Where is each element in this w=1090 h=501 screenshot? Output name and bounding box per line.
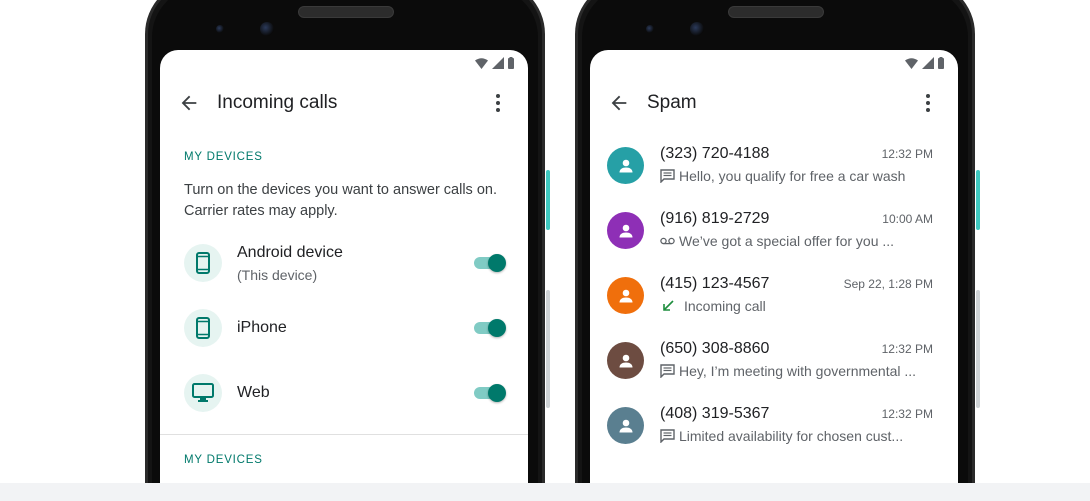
incoming-call-icon <box>660 299 680 313</box>
status-bar <box>475 57 514 69</box>
incoming-calls-screen: Incoming calls MY DEVICES Turn on the de… <box>160 50 528 483</box>
voicemail-icon <box>660 236 675 246</box>
phone-android-icon <box>184 244 222 282</box>
section-header-my-devices-2: MY DEVICES <box>184 454 263 466</box>
call-list-item[interactable]: (415) 123-4567 Sep 22, 1:28 PM Incoming ca… <box>590 275 958 335</box>
call-snippet: Hey, I’m meeting with governmental ... <box>660 363 932 379</box>
device-name: iPhone <box>237 319 287 336</box>
device-subtitle: (This device) <box>237 267 318 283</box>
more-options-icon[interactable] <box>918 92 938 114</box>
wifi-icon <box>475 57 488 69</box>
battery-icon <box>938 57 944 69</box>
cell-signal-icon <box>492 57 504 69</box>
caller-number: (323) 720-4188 <box>660 145 770 162</box>
snippet-text: Incoming call <box>684 298 766 314</box>
call-time: 12:32 PM <box>881 147 933 161</box>
desktop-icon <box>184 374 222 412</box>
wifi-icon <box>905 57 918 69</box>
status-bar <box>905 57 944 69</box>
avatar-icon <box>607 342 644 379</box>
battery-icon <box>508 57 514 69</box>
page-title: Incoming calls <box>217 92 338 113</box>
message-icon <box>660 429 675 443</box>
call-list-item[interactable]: (323) 720-4188 12:32 PM Hello, you qualify… <box>590 145 958 205</box>
speaker-grille <box>728 6 824 18</box>
call-time: 12:32 PM <box>881 342 933 356</box>
phone-iphone-icon <box>184 309 222 347</box>
call-snippet: Incoming call <box>660 298 932 314</box>
message-icon <box>660 364 675 378</box>
device-row-iphone[interactable]: iPhone <box>160 309 528 359</box>
cell-signal-icon <box>922 57 934 69</box>
call-time: 12:32 PM <box>881 407 933 421</box>
spam-screen: Spam (323) 720-4188 12:32 PM Hello, you qu… <box>590 50 958 483</box>
caller-number: (916) 819-2729 <box>660 210 770 227</box>
device-toggle-iphone[interactable] <box>474 319 506 337</box>
call-snippet: Hello, you qualify for free a car wash <box>660 168 932 184</box>
power-button <box>976 170 980 230</box>
front-camera-icon <box>690 22 704 36</box>
caller-number: (408) 319-5367 <box>660 405 770 422</box>
page-title: Spam <box>647 92 697 113</box>
device-row-web[interactable]: Web <box>160 374 528 424</box>
message-icon <box>660 169 675 183</box>
devices-description: Turn on the devices you want to answer c… <box>184 182 497 219</box>
volume-button <box>976 290 980 408</box>
caller-number: (415) 123-4567 <box>660 275 770 292</box>
avatar-icon <box>607 277 644 314</box>
front-camera-icon <box>260 22 274 36</box>
section-divider <box>160 434 528 435</box>
back-arrow-icon[interactable] <box>178 92 200 114</box>
avatar-icon <box>607 212 644 249</box>
snippet-text: Hello, you qualify for free a car wash <box>679 168 906 184</box>
avatar-icon <box>607 407 644 444</box>
volume-button <box>546 290 550 408</box>
speaker-grille <box>298 6 394 18</box>
device-name: Web <box>237 384 270 401</box>
power-button <box>546 170 550 230</box>
sensor-icon <box>646 25 654 33</box>
section-header-my-devices: MY DEVICES <box>184 151 263 163</box>
sensor-icon <box>216 25 224 33</box>
call-snippet: Limited availability for chosen cust... <box>660 428 932 444</box>
caller-number: (650) 308-8860 <box>660 340 770 357</box>
bottom-band <box>0 483 1090 501</box>
snippet-text: Hey, I’m meeting with governmental ... <box>679 363 917 379</box>
device-toggle-android[interactable] <box>474 254 506 272</box>
device-name: Android device <box>237 244 343 261</box>
avatar-icon <box>607 147 644 184</box>
more-options-icon[interactable] <box>488 92 508 114</box>
mockup-stage: Incoming calls MY DEVICES Turn on the de… <box>0 0 1090 501</box>
app-bar: Spam <box>590 88 958 118</box>
call-time: 10:00 AM <box>882 212 933 226</box>
device-toggle-web[interactable] <box>474 384 506 402</box>
call-list-item[interactable]: (650) 308-8860 12:32 PM Hey, I’m meeting w… <box>590 340 958 400</box>
call-list-item[interactable]: (916) 819-2729 10:00 AM We’ve got a specia… <box>590 210 958 270</box>
app-bar: Incoming calls <box>160 88 528 118</box>
call-list-item[interactable]: (408) 319-5367 12:32 PM Limited availabili… <box>590 405 958 465</box>
device-row-android[interactable]: Android device (This device) <box>160 242 528 292</box>
snippet-text: We’ve got a special offer for you ... <box>679 233 895 249</box>
back-arrow-icon[interactable] <box>608 92 630 114</box>
call-snippet: We’ve got a special offer for you ... <box>660 233 932 249</box>
call-time: Sep 22, 1:28 PM <box>843 277 933 291</box>
snippet-text: Limited availability for chosen cust... <box>679 428 904 444</box>
